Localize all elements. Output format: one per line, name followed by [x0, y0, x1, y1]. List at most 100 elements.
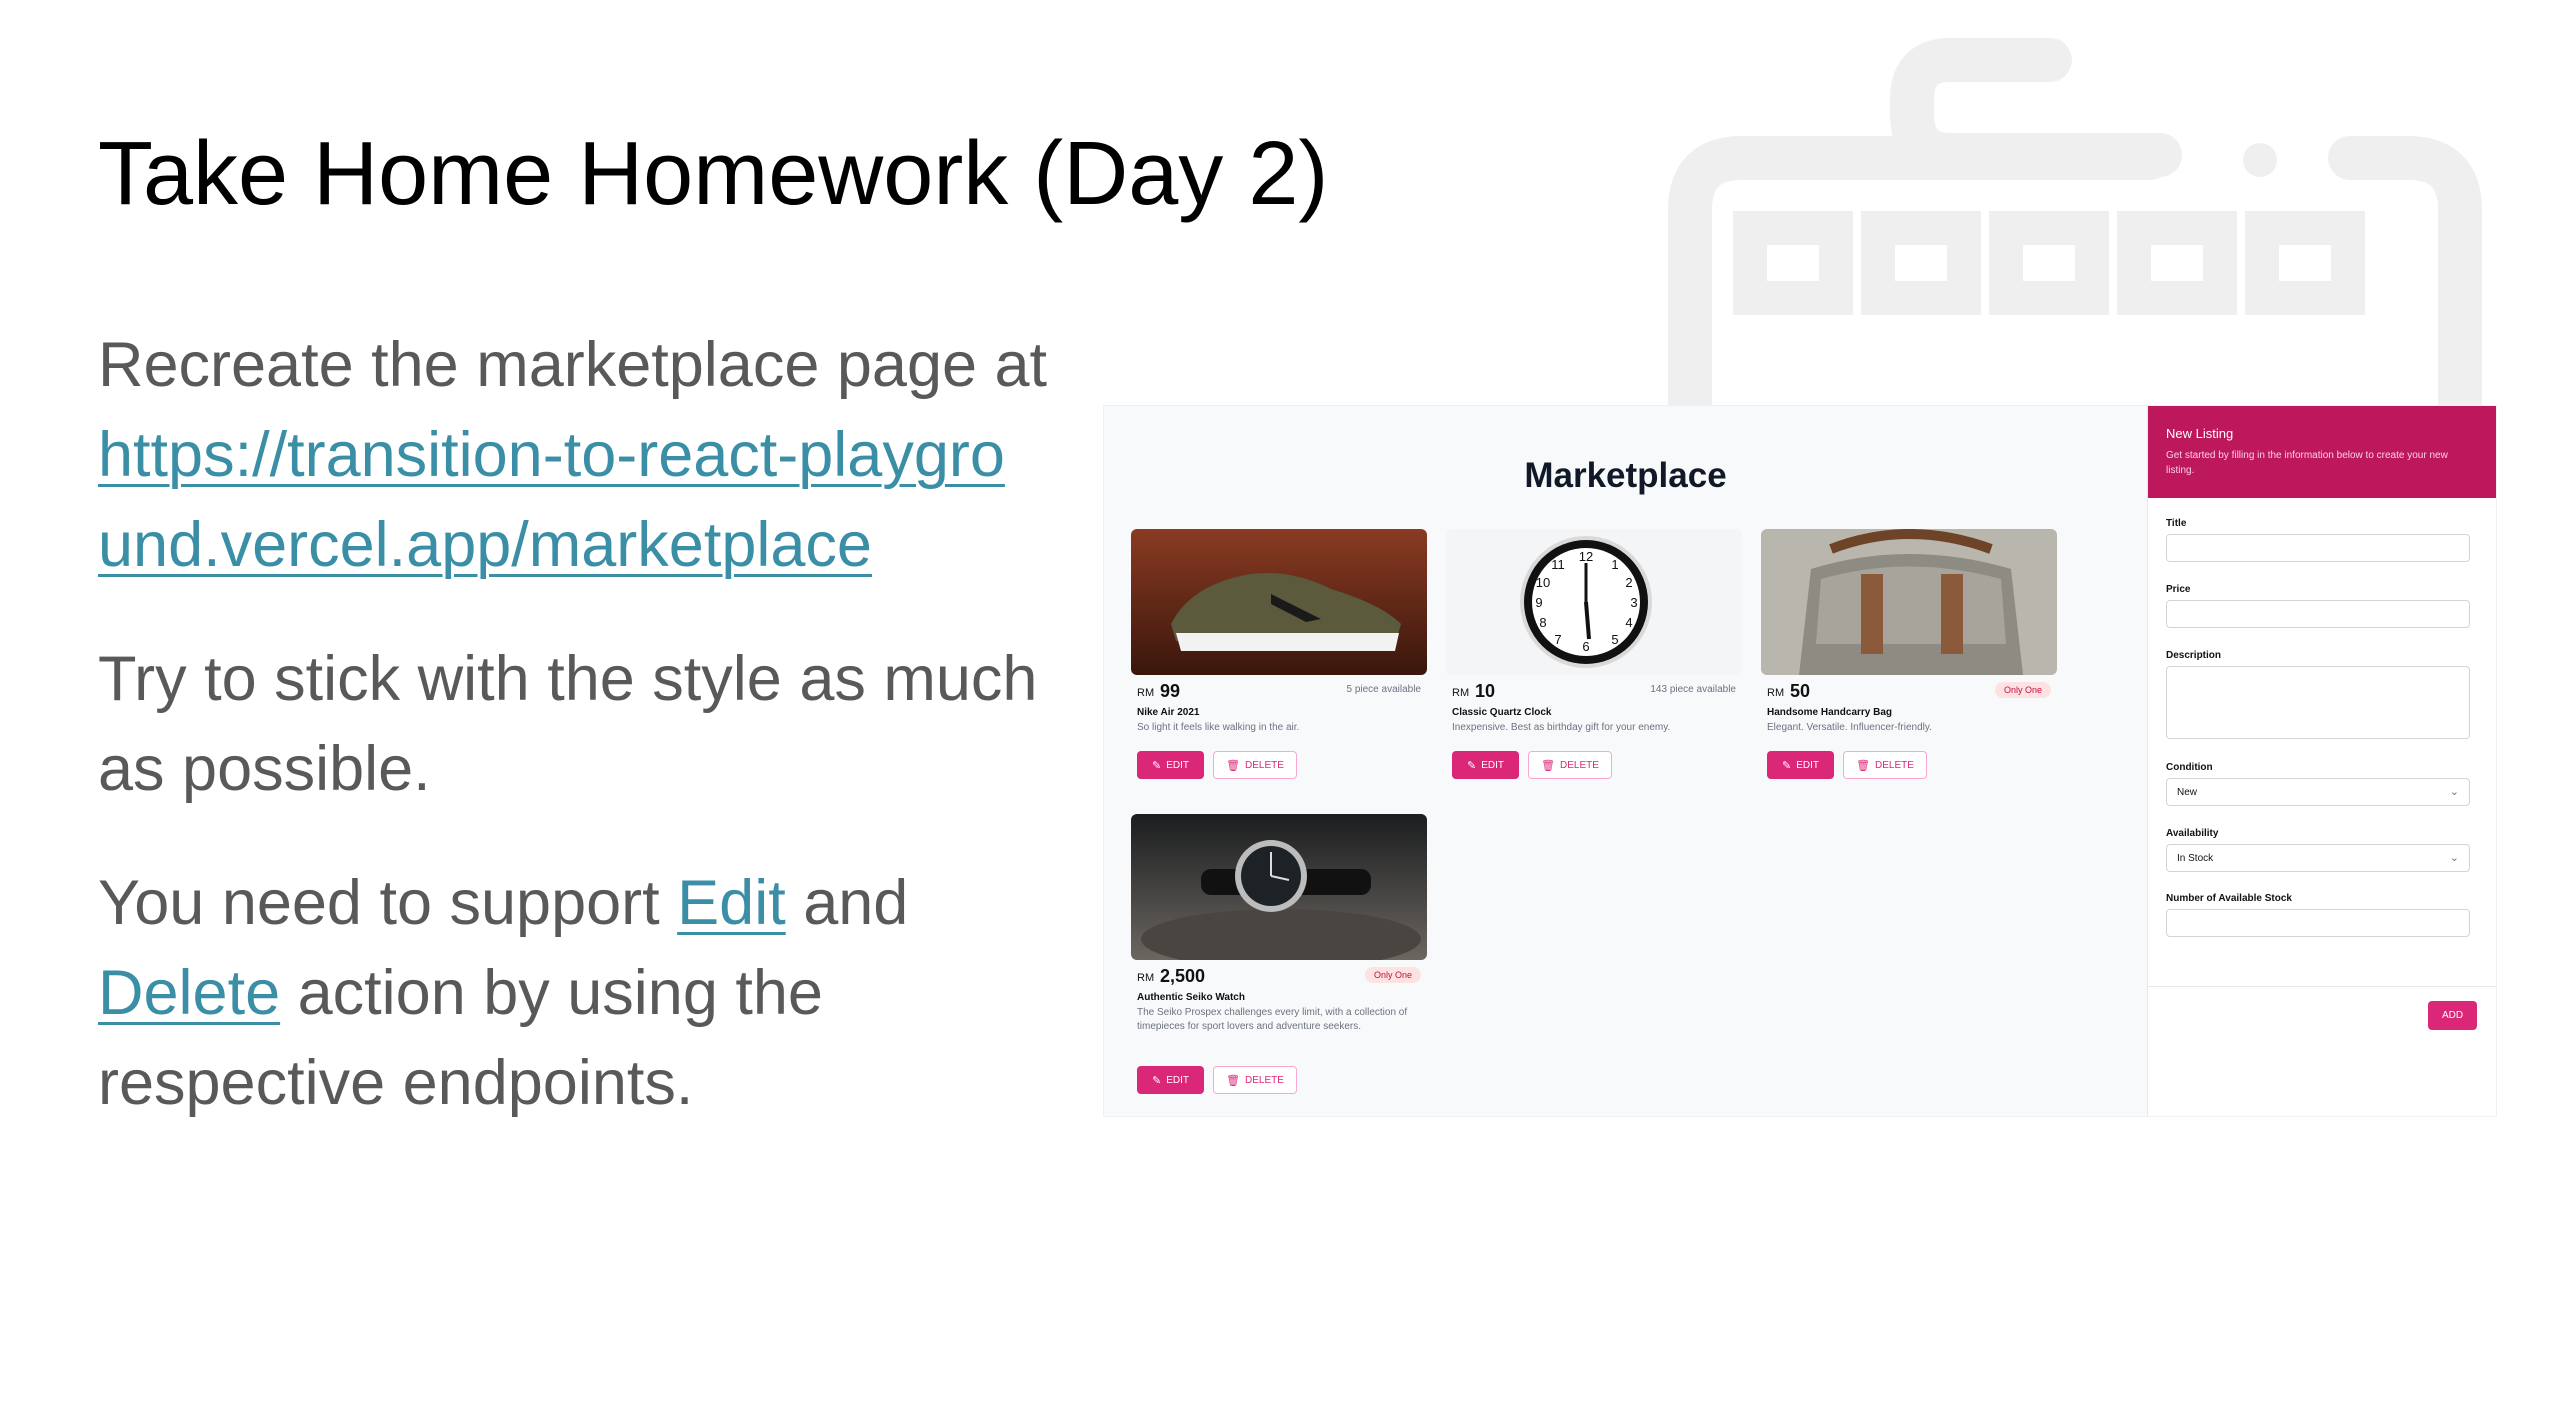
price-value: 2,500 — [1160, 966, 1206, 986]
delete-button-label: DELETE — [1245, 1074, 1284, 1086]
edit-button-label: EDIT — [1166, 1074, 1189, 1086]
only-one-badge: Only One — [1994, 682, 2051, 698]
edit-button[interactable]: ✎ EDIT — [1137, 1066, 1204, 1094]
wall-clock-image: 12 1 2 3 45 6 78 9 10 11 — [1446, 529, 1742, 675]
delete-button-label: DELETE — [1245, 759, 1284, 771]
instruction-actions: You need to support Edit and Delete actio… — [98, 858, 1058, 1128]
price-currency: RM — [1767, 687, 1785, 699]
description-label: Description — [2166, 650, 2222, 661]
delete-button-label: DELETE — [1875, 759, 1914, 771]
listing-name: Handsome Handcarry Bag — [1767, 707, 1893, 718]
new-listing-panel: New Listing Get started by filling in th… — [2147, 406, 2496, 1116]
title-label: Title — [2166, 518, 2187, 529]
condition-label: Condition — [2166, 762, 2213, 773]
slide-title: Take Home Homework (Day 2) — [98, 124, 1329, 224]
panel-divider — [2148, 986, 2496, 987]
availability-text: 143 piece available — [1650, 684, 1736, 695]
title-input[interactable] — [2166, 534, 2470, 562]
price-label: Price — [2166, 584, 2191, 595]
instruction-actions-pre: You need to support — [98, 868, 678, 938]
condition-select[interactable]: New ⌄ — [2166, 778, 2470, 806]
delete-link[interactable]: Delete — [98, 958, 280, 1028]
svg-text:2: 2 — [1625, 575, 1632, 590]
svg-text:3: 3 — [1630, 595, 1637, 610]
listing-name: Classic Quartz Clock — [1452, 707, 1552, 718]
pencil-icon: ✎ — [1782, 759, 1792, 772]
svg-text:7: 7 — [1554, 632, 1561, 647]
wristwatch-image — [1131, 814, 1427, 960]
sneaker-image — [1131, 529, 1427, 675]
delete-button[interactable]: 🗑 DELETE — [1528, 751, 1612, 779]
availability-value: In Stock — [2177, 853, 2214, 864]
trash-icon: 🗑 — [1226, 759, 1241, 772]
instruction-style: Try to stick with the style as much as p… — [98, 644, 1038, 804]
url-line-2: und.vercel.app/marketplace — [98, 510, 872, 580]
marketplace-screenshot: Marketplace RM 99 5 piece available Nike… — [1103, 405, 2497, 1117]
price-currency: RM — [1452, 687, 1470, 699]
edit-button[interactable]: ✎ EDIT — [1767, 751, 1834, 779]
price-value: 50 — [1790, 681, 1811, 701]
listing-description: The Seiko Prospex challenges every limit… — [1137, 1007, 1408, 1032]
condition-value: New — [2177, 787, 2198, 798]
availability-select[interactable]: In Stock ⌄ — [2166, 844, 2470, 872]
pencil-icon: ✎ — [1152, 759, 1162, 772]
availability-label: Availability — [2166, 828, 2219, 839]
only-one-badge: Only One — [1364, 967, 1421, 983]
listing-description: So light it feels like walking in the ai… — [1137, 722, 1300, 733]
trash-icon: 🗑 — [1226, 1074, 1241, 1087]
chevron-down-icon: ⌄ — [2449, 786, 2459, 798]
edit-button-label: EDIT — [1796, 759, 1819, 771]
price-value: 10 — [1475, 681, 1496, 701]
edit-button-label: EDIT — [1166, 759, 1189, 771]
listing-description: Inexpensive. Best as birthday gift for y… — [1452, 722, 1671, 733]
slide-body: Recreate the marketplace page at https:/… — [98, 320, 1058, 1172]
price-currency: RM — [1137, 687, 1155, 699]
edit-button[interactable]: ✎ EDIT — [1452, 751, 1519, 779]
edit-link[interactable]: Edit — [677, 868, 786, 938]
panel-subtitle: Get started by filling in the informatio… — [2166, 450, 2448, 476]
delete-button[interactable]: 🗑 DELETE — [1843, 751, 1927, 779]
listing-description: Elegant. Versatile. Influencer-friendly. — [1767, 722, 1932, 733]
delete-button-label: DELETE — [1560, 759, 1599, 771]
instruction-actions-mid: and — [785, 868, 909, 938]
instruction-recreate: Recreate the marketplace page at https:/… — [98, 320, 1058, 590]
svg-text:11: 11 — [1551, 557, 1565, 572]
marketplace-url-link[interactable]: https://transition-to-react-playgro und.… — [98, 410, 1058, 590]
listing-name: Nike Air 2021 — [1137, 707, 1200, 718]
svg-text:10: 10 — [1536, 575, 1550, 590]
price-value: 99 — [1160, 681, 1181, 701]
svg-text:1: 1 — [1611, 557, 1618, 572]
edit-button-label: EDIT — [1481, 759, 1504, 771]
listing-card: RM 99 5 piece available Nike Air 2021 So… — [1131, 529, 1427, 779]
listing-card: RM 2,500 Only One Authentic Seiko Watch … — [1131, 814, 1427, 1094]
svg-text:8: 8 — [1539, 615, 1546, 630]
chevron-down-icon: ⌄ — [2449, 852, 2459, 864]
edit-button[interactable]: ✎ EDIT — [1137, 751, 1204, 779]
availability-text: 5 piece available — [1346, 684, 1422, 695]
price-input[interactable] — [2166, 600, 2470, 628]
add-button[interactable]: ADD — [2428, 1001, 2477, 1030]
pencil-icon: ✎ — [1152, 1074, 1162, 1087]
background-logo-icon — [1668, 38, 2482, 410]
svg-text:12: 12 — [1579, 549, 1593, 564]
stock-input[interactable] — [2166, 909, 2470, 937]
delete-button[interactable]: 🗑 DELETE — [1213, 751, 1297, 779]
panel-title: New Listing — [2166, 426, 2234, 441]
listing-card: RM 50 Only One Handsome Handcarry Bag El… — [1761, 529, 2057, 779]
description-textarea[interactable] — [2166, 666, 2470, 739]
listing-name: Authentic Seiko Watch — [1137, 992, 1245, 1003]
canvas-bag-image — [1761, 529, 2057, 675]
delete-button[interactable]: 🗑 DELETE — [1213, 1066, 1297, 1094]
pencil-icon: ✎ — [1467, 759, 1477, 772]
marketplace-title: Marketplace — [1524, 456, 1727, 495]
instruction-recreate-text: Recreate the marketplace page at — [98, 330, 1048, 400]
listing-card: 12 1 2 345 678 9 10 11 RM 10 143 piece avail… — [1446, 529, 1742, 779]
price-currency: RM — [1137, 972, 1155, 984]
panel-header: New Listing Get started by filling in th… — [2148, 406, 2496, 498]
svg-text:6: 6 — [1582, 639, 1589, 654]
marketplace-page: Marketplace RM 99 5 piece available Nike… — [1104, 406, 2147, 1116]
svg-text:5: 5 — [1611, 632, 1618, 647]
svg-text:4: 4 — [1625, 615, 1632, 630]
stock-label: Number of Available Stock — [2166, 893, 2292, 904]
trash-icon: 🗑 — [1856, 759, 1871, 772]
